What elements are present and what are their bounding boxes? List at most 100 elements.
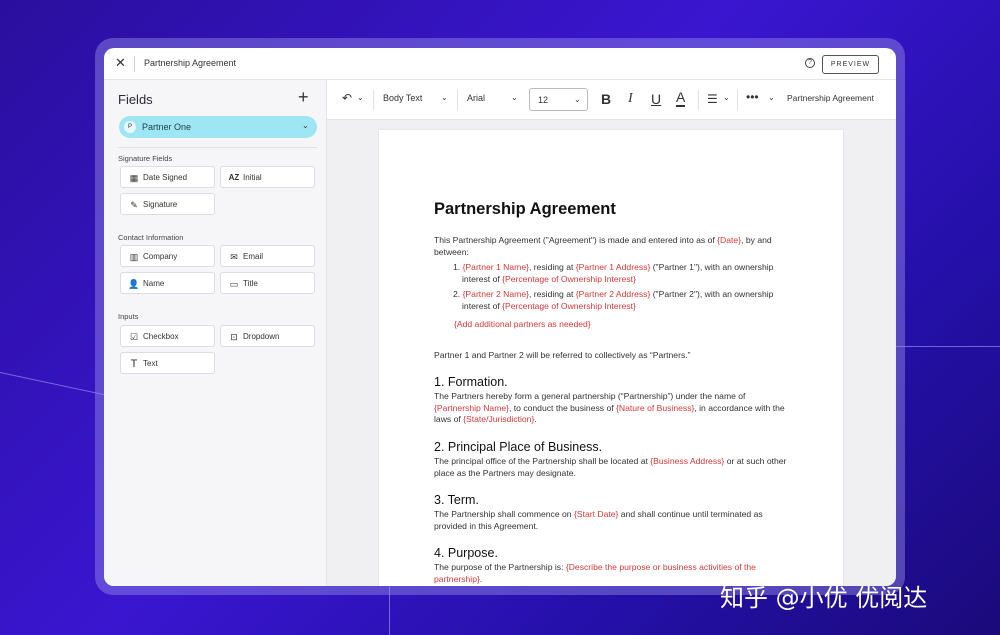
toolbar-doc-name: Partnership Agreement [787, 93, 874, 103]
chevron-down-icon: ⌄ [574, 95, 581, 104]
field-checkbox[interactable]: ☑ Checkbox [120, 325, 215, 347]
dropdown-icon: ⊡ [230, 332, 238, 342]
chevron-down-icon: ⌄ [302, 121, 309, 130]
field-name[interactable]: 👤 Name [120, 272, 215, 294]
field-signature[interactable]: ✎ Signature [120, 193, 215, 215]
pen-icon: ✎ [130, 200, 138, 210]
chevron-down-icon[interactable]: ⌄ [723, 93, 730, 102]
field-date-signed[interactable]: ▦ Date Signed [120, 166, 215, 188]
section-label-contact: Contact Information [118, 233, 184, 242]
fields-title: Fields [118, 92, 153, 107]
align-icon[interactable]: ☰ [707, 90, 718, 108]
help-icon[interactable]: ? [805, 58, 815, 68]
placeholder-start-date[interactable]: {Start Date} [574, 509, 618, 519]
field-label: Initial [243, 173, 262, 182]
font-size-select[interactable]: 12 ⌄ [529, 88, 588, 111]
calendar-icon: ▦ [129, 173, 139, 183]
placeholder-partner2-pct[interactable]: {Percentage of Ownership Interest} [502, 301, 636, 311]
field-company[interactable]: ▥ Company [120, 245, 215, 267]
placeholder-add-partners[interactable]: {Add additional partners as needed} [434, 319, 794, 329]
text-icon: T [130, 358, 138, 370]
watermark: 知乎 @小优 优阅达 [720, 584, 928, 612]
undo-icon[interactable]: ↶ [342, 91, 352, 105]
field-dropdown[interactable]: ⊡ Dropdown [220, 325, 315, 347]
partner-avatar: P [124, 121, 136, 133]
term-paragraph: The Partnership shall commence on {Start… [434, 509, 763, 531]
font-select[interactable]: Arial [467, 93, 485, 103]
document-title: Partnership Agreement [144, 58, 237, 68]
placeholder-business-address[interactable]: {Business Address} [650, 456, 724, 466]
field-label: Dropdown [243, 332, 280, 341]
section-heading-purpose: 4. Purpose. [434, 546, 498, 561]
initial-az-icon: AZ [228, 173, 240, 182]
placeholder-state[interactable]: {State/Jurisdiction} [463, 414, 534, 424]
toolbar-separator [457, 90, 458, 110]
font-size-value: 12 [538, 95, 549, 105]
place-paragraph: The principal office of the Partnership … [434, 455, 787, 478]
placeholder-partner2-name[interactable]: {Partner 2 Name} [463, 289, 529, 299]
placeholder-date[interactable]: {Date} [717, 235, 741, 245]
title-separator [134, 56, 135, 72]
field-label: Date Signed [143, 173, 188, 182]
partner-select[interactable]: P Partner One ⌄ [119, 116, 317, 138]
chevron-down-icon[interactable]: ⌄ [441, 93, 448, 102]
toolbar-separator [373, 90, 374, 110]
chevron-down-icon[interactable]: ⌄ [511, 93, 518, 102]
document-heading: Partnership Agreement [434, 200, 616, 218]
section-heading-formation: 1. Formation. [434, 375, 508, 390]
section-label-signature: Signature Fields [118, 154, 173, 163]
mail-icon: ✉ [230, 252, 238, 262]
field-initial[interactable]: AZ Initial [220, 166, 315, 188]
chevron-down-icon[interactable]: ⌄ [357, 93, 364, 102]
placeholder-partnership-name[interactable]: {Partnership Name} [434, 403, 509, 413]
editor-window: ✕ Partnership Agreement ? PREVIEW Fields… [104, 48, 896, 586]
section-heading-term: 3. Term. [434, 493, 479, 508]
field-email[interactable]: ✉ Email [220, 245, 315, 267]
id-card-icon: ▭ [229, 279, 239, 289]
italic-icon[interactable]: I [628, 90, 633, 108]
field-label: Text [143, 359, 158, 368]
section-label-inputs: Inputs [118, 312, 139, 321]
section-heading-place: 2. Principal Place of Business. [434, 439, 603, 454]
field-label: Title [243, 279, 258, 288]
background-line [896, 346, 1000, 347]
text-color-icon[interactable]: A [676, 90, 686, 107]
underline-icon[interactable]: U [651, 90, 661, 108]
field-text[interactable]: T Text [120, 352, 215, 374]
person-icon: 👤 [128, 279, 140, 289]
intro-paragraph: This Partnership Agreement ("Agreement")… [434, 235, 772, 257]
placeholder-partner2-address[interactable]: {Partner 2 Address} [576, 289, 651, 299]
document-page[interactable]: Partnership Agreement This Partnership A… [379, 130, 843, 586]
placeholder-partner1-pct[interactable]: {Percentage of Ownership Interest} [502, 274, 636, 284]
add-field-icon[interactable]: + [298, 88, 309, 106]
placeholder-nature-of-business[interactable]: {Nature of Business} [616, 403, 694, 413]
toolbar-separator [737, 90, 738, 110]
formation-paragraph: The Partners hereby form a general partn… [434, 391, 785, 425]
field-label: Company [143, 252, 178, 261]
field-label: Checkbox [143, 332, 179, 341]
partner-1-item: 1. {Partner 1 Name}, residing at {Partne… [453, 262, 774, 284]
more-options-icon[interactable]: ••• [746, 90, 759, 104]
editor-area: ↶ ⌄ Body Text ⌄ Arial ⌄ 12 ⌄ B I U A ☰ ⌄… [327, 80, 896, 586]
field-label: Signature [143, 200, 178, 209]
sidebar-divider [118, 147, 317, 148]
collective-paragraph: Partner 1 and Partner 2 will be referred… [434, 349, 691, 360]
partner-label: Partner One [142, 122, 192, 132]
field-label: Email [243, 252, 264, 261]
style-select[interactable]: Body Text [383, 93, 422, 103]
bold-icon[interactable]: B [601, 90, 611, 108]
field-title[interactable]: ▭ Title [220, 272, 315, 294]
checkbox-icon: ☑ [129, 332, 139, 342]
placeholder-partner1-name[interactable]: {Partner 1 Name} [463, 262, 529, 272]
preview-button[interactable]: PREVIEW [822, 55, 879, 74]
partner-2-item: 2. {Partner 2 Name}, residing at {Partne… [453, 289, 774, 311]
close-icon[interactable]: ✕ [115, 56, 127, 70]
chevron-down-icon[interactable]: ⌄ [768, 93, 775, 102]
fields-sidebar: Fields + P Partner One ⌄ Signature Field… [104, 80, 327, 586]
document-body[interactable]: Partnership Agreement This Partnership A… [434, 200, 794, 586]
building-icon: ▥ [129, 252, 139, 262]
format-toolbar: ↶ ⌄ Body Text ⌄ Arial ⌄ 12 ⌄ B I U A ☰ ⌄… [327, 80, 896, 120]
title-bar: ✕ Partnership Agreement ? PREVIEW [104, 48, 896, 80]
field-label: Name [143, 279, 165, 288]
placeholder-partner1-address[interactable]: {Partner 1 Address} [576, 262, 651, 272]
